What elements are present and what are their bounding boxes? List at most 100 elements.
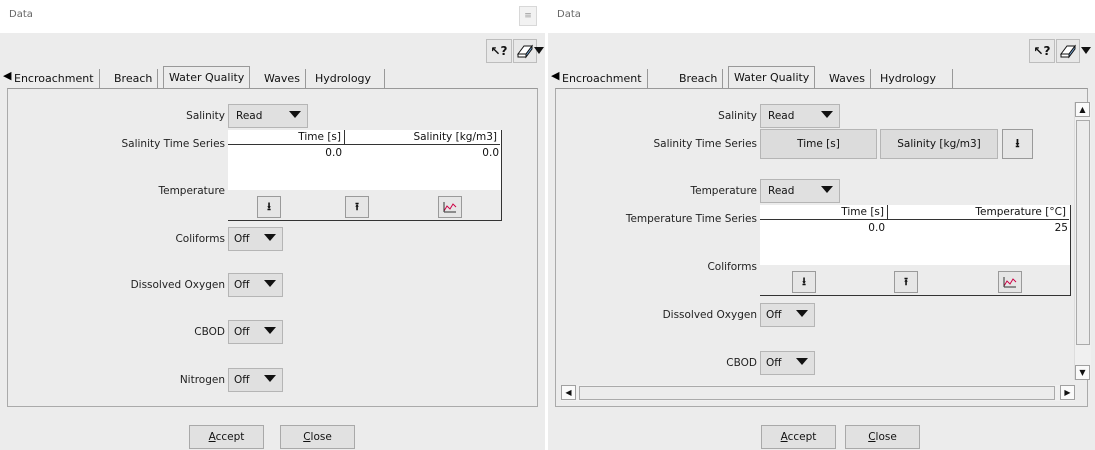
title-bar: Data ≡ [0, 0, 545, 33]
chevron-down-icon [264, 234, 276, 241]
context-help-button[interactable]: ↖? [1029, 39, 1055, 63]
chevron-down-icon [289, 111, 301, 118]
tab-bar: ◀ Encroachment Breach Water Quality Wave… [548, 66, 1095, 90]
tab-breach[interactable]: Breach [674, 69, 724, 88]
time-cell[interactable]: 0.0 [760, 222, 885, 234]
column-header-time[interactable]: Time [s] [760, 205, 888, 220]
temperature-select[interactable]: Read [760, 179, 840, 203]
scroll-down-icon[interactable]: ▼ [1075, 365, 1090, 380]
download-button[interactable]: ⭳ [792, 271, 816, 293]
tab-encroachment[interactable]: Encroachment [557, 69, 648, 88]
download-button[interactable]: ⭳ [1002, 129, 1033, 159]
time-column-button[interactable]: Time [s] [760, 129, 877, 159]
upload-button[interactable]: ⭱ [345, 196, 369, 218]
column-header-temperature[interactable]: Temperature [°C] [888, 205, 1069, 220]
window-menu-button[interactable]: ≡ [519, 6, 537, 26]
salinity-column-button[interactable]: Salinity [kg/m3] [880, 129, 998, 159]
salinity-select[interactable]: Read [228, 104, 308, 128]
column-header-time[interactable]: Time [s] [228, 130, 345, 145]
plot-button[interactable] [998, 271, 1022, 293]
chevron-down-icon [264, 327, 276, 334]
tab-waves[interactable]: Waves [259, 69, 306, 88]
salinity-time-series-label: Salinity Time Series [121, 138, 226, 150]
chevron-down-icon [264, 375, 276, 382]
tab-bar: ◀ Encroachment Breach Water Quality Wave… [0, 66, 545, 90]
cbod-label: CBOD [194, 326, 225, 338]
tab-breach[interactable]: Breach [109, 69, 159, 88]
download-icon: ⭳ [1015, 135, 1020, 150]
scroll-thumb[interactable] [579, 386, 1055, 400]
coliforms-select[interactable]: Off [228, 227, 283, 251]
horizontal-scrollbar[interactable]: ◀ ▶ [561, 385, 1075, 401]
accept-button[interactable]: Accept [189, 425, 264, 449]
temperature-label: Temperature [690, 185, 757, 197]
chevron-down-icon [821, 111, 833, 118]
toolbar-dropdown-arrow[interactable] [533, 39, 545, 61]
salinity-time-series-table[interactable]: Time [s] Salinity [kg/m3] 0.0 0.0 ⭳ ⭱ [228, 130, 502, 221]
chevron-down-icon [821, 186, 833, 193]
nitrogen-label: Nitrogen [179, 374, 225, 386]
close-button[interactable]: Close [845, 425, 920, 449]
dissolved-oxygen-label: Dissolved Oxygen [662, 309, 757, 321]
eraser-icon [517, 44, 533, 59]
download-button[interactable]: ⭳ [257, 196, 281, 218]
tab-encroachment[interactable]: Encroachment [9, 69, 100, 88]
eraser-icon [1060, 44, 1076, 59]
nitrogen-select[interactable]: Off [228, 368, 283, 392]
window-title: Data [557, 9, 581, 20]
time-cell[interactable]: 0.0 [228, 147, 342, 159]
table-button-row: ⭳ ⭱ [228, 190, 501, 220]
upload-icon: ⭱ [355, 199, 359, 213]
chevron-down-icon [534, 46, 544, 54]
chevron-down-icon [796, 358, 808, 365]
scroll-right-icon[interactable]: ▶ [1060, 385, 1075, 400]
dissolved-oxygen-select[interactable]: Off [228, 273, 283, 297]
title-bar: Data [548, 0, 1095, 33]
chevron-down-icon [264, 280, 276, 287]
cbod-select[interactable]: Off [760, 351, 815, 375]
dissolved-oxygen-label: Dissolved Oxygen [130, 279, 225, 291]
chart-icon [443, 202, 457, 213]
tab-water-quality[interactable]: Water Quality [163, 66, 251, 90]
plot-button[interactable] [438, 196, 462, 218]
salinity-select[interactable]: Read [760, 104, 840, 128]
data-window-1: Data ≡ ↖? ◀ Encroachment Breach Water Qu… [0, 0, 545, 450]
temperature-cell[interactable]: 25 [888, 222, 1068, 234]
chevron-down-icon [796, 310, 808, 317]
temperature-time-series-table[interactable]: Time [s] Temperature [°C] 0.0 25 ⭳ ⭱ [760, 205, 1071, 296]
accept-button[interactable]: Accept [761, 425, 836, 449]
salinity-label: Salinity [718, 110, 757, 122]
cbod-select[interactable]: Off [228, 320, 283, 344]
temperature-time-series-label: Temperature Time Series [625, 213, 757, 225]
download-icon: ⭳ [802, 274, 806, 288]
download-icon: ⭳ [267, 199, 271, 213]
coliforms-label: Coliforms [707, 261, 757, 273]
column-header-salinity[interactable]: Salinity [kg/m3] [345, 130, 500, 145]
temperature-label: Temperature [158, 185, 225, 197]
table-button-row: ⭳ ⭱ [760, 265, 1070, 295]
tab-water-quality[interactable]: Water Quality [728, 66, 816, 90]
tab-hydrology[interactable]: Hydrology [310, 69, 376, 88]
dissolved-oxygen-select[interactable]: Off [760, 303, 815, 327]
upload-button[interactable]: ⭱ [894, 271, 918, 293]
scroll-up-icon[interactable]: ▲ [1075, 102, 1090, 117]
data-window-2: Data ↖? ◀ Encroachment Breach Water Qual… [548, 0, 1095, 450]
cbod-label: CBOD [726, 357, 757, 369]
close-button[interactable]: Close [280, 425, 355, 449]
eraser-dropdown-button[interactable] [1056, 39, 1080, 63]
scroll-left-icon[interactable]: ◀ [561, 385, 576, 400]
upload-icon: ⭱ [904, 274, 908, 288]
toolbar-dropdown-arrow[interactable] [1080, 39, 1092, 61]
scroll-thumb[interactable] [1076, 120, 1090, 345]
salinity-time-series-label: Salinity Time Series [653, 138, 758, 150]
context-help-button[interactable]: ↖? [486, 39, 512, 63]
salinity-label: Salinity [186, 110, 225, 122]
help-cursor-icon: ↖? [490, 44, 508, 58]
window-title: Data [9, 9, 33, 20]
help-cursor-icon: ↖? [1033, 44, 1051, 58]
salinity-cell[interactable]: 0.0 [345, 147, 499, 159]
vertical-scrollbar[interactable]: ▲ ▼ [1074, 102, 1091, 380]
tab-waves[interactable]: Waves [824, 69, 871, 88]
chevron-down-icon [1081, 46, 1091, 54]
tab-hydrology[interactable]: Hydrology [875, 69, 941, 88]
